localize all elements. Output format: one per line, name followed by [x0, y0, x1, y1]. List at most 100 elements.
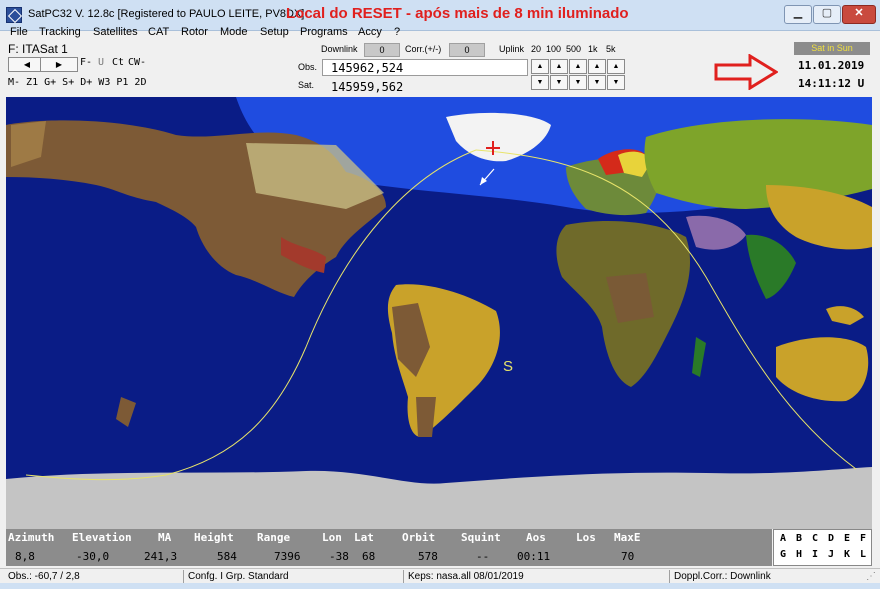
menu-setup[interactable]: Setup: [260, 26, 289, 38]
value-range: 7396: [274, 550, 301, 563]
step-5k[interactable]: 5k: [606, 44, 616, 54]
value-maxe: 70: [621, 550, 635, 563]
letter-i[interactable]: I: [812, 549, 818, 560]
step-500-up-button[interactable]: ▲: [569, 59, 587, 74]
letter-l[interactable]: L: [860, 549, 866, 560]
status-divider: [403, 570, 404, 583]
menu-rotor[interactable]: Rotor: [181, 26, 208, 38]
sat-label: Sat.: [298, 80, 315, 90]
world-map-canvas: S: [6, 97, 872, 529]
step-100[interactable]: 100: [546, 44, 561, 54]
value-orbit: 578: [418, 550, 438, 563]
header-los: Los: [576, 531, 596, 544]
downlink-label: Downlink: [321, 44, 358, 54]
menu-accy[interactable]: Accy: [358, 26, 382, 38]
value-squint: --: [476, 550, 490, 563]
window-title: SatPC32 V. 12.8c [Registered to PAULO LE…: [28, 8, 305, 20]
step-500-down-button[interactable]: ▼: [569, 75, 587, 90]
right-arrow-icon: ▶: [55, 60, 63, 69]
header-ma: MA: [158, 531, 172, 544]
header-lat: Lat: [354, 531, 374, 544]
letter-d[interactable]: D: [828, 533, 834, 544]
status-bar: Obs.: -60,7 / 2,8 Confg. I Grp. Standard…: [0, 568, 880, 584]
date-display: 11.01.2019: [798, 59, 865, 72]
menu-tracking[interactable]: Tracking: [39, 26, 81, 38]
menu-help[interactable]: ?: [394, 26, 400, 38]
time-display: 14:11:12 U: [798, 77, 865, 90]
menu-satellites[interactable]: Satellites: [93, 26, 138, 38]
window-border: [0, 583, 880, 589]
header-lon: Lon: [322, 531, 342, 544]
header-orbit: Orbit: [402, 531, 436, 544]
mode-ct[interactable]: Ct: [112, 57, 124, 68]
step-20-down-button[interactable]: ▼: [531, 75, 549, 90]
up-arrow-icon: ▲: [536, 63, 544, 70]
next-satellite-button[interactable]: ▶: [40, 57, 78, 72]
satellite-group-letters: A B C D E F G H I J K L: [773, 529, 872, 566]
header-maxe: MaxE: [614, 531, 641, 544]
step-20-up-button[interactable]: ▲: [531, 59, 549, 74]
value-lon: -38: [329, 550, 349, 563]
header-azimuth: Azimuth: [8, 531, 55, 544]
up-arrow-icon: ▲: [574, 63, 582, 70]
maximize-button[interactable]: ▢: [813, 5, 841, 24]
down-arrow-icon: ▼: [593, 79, 601, 86]
step-5k-down-button[interactable]: ▼: [607, 75, 625, 90]
status-config: Confg. I Grp. Standard: [188, 571, 289, 582]
letter-a[interactable]: A: [780, 533, 786, 544]
menu-mode[interactable]: Mode: [220, 26, 248, 38]
header-range: Range: [257, 531, 291, 544]
step-1k-down-button[interactable]: ▼: [588, 75, 606, 90]
reset-annotation: Local do RESET - após mais de 8 min ilum…: [286, 5, 629, 22]
mode-row-2[interactable]: M- Z1 G+ S+ D+ W3 P1 2D: [8, 77, 146, 88]
minimize-button[interactable]: ▁: [784, 5, 812, 24]
downlink-value[interactable]: 0: [364, 43, 400, 57]
close-button[interactable]: ✕: [842, 5, 876, 24]
step-1k[interactable]: 1k: [588, 44, 598, 54]
step-1k-up-button[interactable]: ▲: [588, 59, 606, 74]
letter-e[interactable]: E: [844, 533, 850, 544]
satellite-label[interactable]: F: ITASat 1: [8, 42, 68, 56]
sun-position-marker: S: [503, 358, 513, 375]
tracking-data-table: Azimuth Elevation MA Height Range Lon La…: [6, 529, 772, 566]
letter-g[interactable]: G: [780, 549, 786, 560]
sat-frequency: 145959,562: [322, 78, 528, 95]
step-100-up-button[interactable]: ▲: [550, 59, 568, 74]
resize-grip-icon[interactable]: ⋰: [866, 571, 876, 582]
mode-u[interactable]: U: [98, 57, 104, 68]
step-5k-up-button[interactable]: ▲: [607, 59, 625, 74]
header-elevation: Elevation: [72, 531, 132, 544]
mode-f[interactable]: F-: [80, 57, 92, 68]
corr-label: Corr.(+/-): [405, 44, 442, 54]
letter-f[interactable]: F: [860, 533, 866, 544]
value-aos: 00:11: [517, 550, 551, 563]
app-icon[interactable]: [6, 7, 22, 23]
red-arrow-icon: [714, 54, 778, 90]
world-map[interactable]: S: [6, 97, 872, 529]
value-height: 584: [217, 550, 237, 563]
step-100-down-button[interactable]: ▼: [550, 75, 568, 90]
step-20[interactable]: 20: [531, 44, 541, 54]
letter-h[interactable]: H: [796, 549, 802, 560]
menu-cat[interactable]: CAT: [148, 26, 169, 38]
sat-in-sun-indicator: Sat in Sun: [794, 42, 870, 55]
status-divider: [669, 570, 670, 583]
obs-frequency[interactable]: 145962,524: [322, 59, 528, 76]
menu-programs[interactable]: Programs: [300, 26, 348, 38]
letter-k[interactable]: K: [844, 549, 850, 560]
menu-bar: File Tracking Satellites CAT Rotor Mode …: [0, 25, 880, 40]
step-500[interactable]: 500: [566, 44, 581, 54]
header-aos: Aos: [526, 531, 546, 544]
mode-cw[interactable]: CW-: [128, 57, 146, 68]
up-arrow-icon: ▲: [593, 63, 601, 70]
letter-c[interactable]: C: [812, 533, 818, 544]
letter-j[interactable]: J: [828, 549, 834, 560]
status-doppler: Doppl.Corr.: Downlink: [674, 571, 771, 582]
uplink-label[interactable]: Uplink: [499, 44, 524, 54]
up-arrow-icon: ▲: [555, 63, 563, 70]
corr-value[interactable]: 0: [449, 43, 485, 57]
down-arrow-icon: ▼: [536, 79, 544, 86]
menu-file[interactable]: File: [10, 26, 28, 38]
letter-b[interactable]: B: [796, 533, 802, 544]
left-arrow-icon: ◀: [23, 60, 31, 69]
